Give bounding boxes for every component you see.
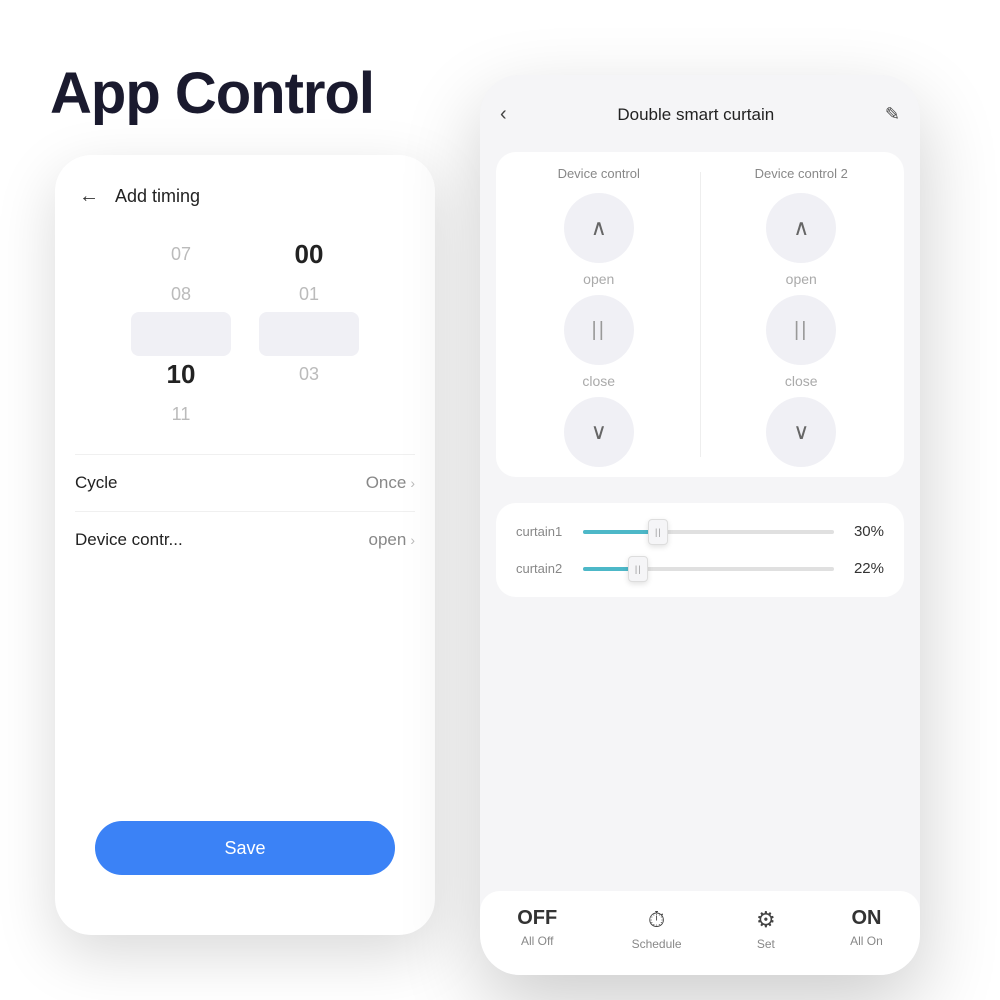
schedule-icon: ⏱ <box>648 907 665 933</box>
set-icon: ⚙ <box>756 907 776 933</box>
curtain1-track[interactable]: || <box>583 530 834 534</box>
control-divider <box>700 172 701 457</box>
all-off-button[interactable]: OFF All Off <box>517 907 557 951</box>
device-control-value: open › <box>369 530 416 550</box>
device2-pause-button[interactable]: || <box>766 295 836 365</box>
down-arrow-icon-2: ∨ <box>793 419 809 445</box>
cycle-value: Once › <box>366 473 415 493</box>
curtain1-value: 30% <box>846 523 884 540</box>
save-button[interactable]: Save <box>95 821 395 875</box>
chevron-right-icon-2: › <box>410 532 415 548</box>
right-phone-title: Double smart curtain <box>617 105 774 125</box>
set-button[interactable]: ⚙ Set <box>756 907 776 951</box>
curtain2-track[interactable]: || <box>583 567 834 571</box>
device-control-2: Device control 2 ∧ open || close ∨ <box>709 162 895 467</box>
device1-open-label: open <box>583 271 614 287</box>
sliders-area: curtain1 || 30% curtain2 || 22% <box>496 503 904 597</box>
settings-section: Cycle Once › Device contr... open › <box>55 454 435 568</box>
right-phone-header: ‹ Double smart curtain ✎ <box>480 75 920 142</box>
page-title: App Control <box>50 60 374 127</box>
up-arrow-icon: ∧ <box>591 215 607 241</box>
device-control-1: Device control ∧ open || close ∨ <box>506 162 692 467</box>
curtain2-slider-row: curtain2 || 22% <box>516 560 884 577</box>
down-arrow-icon: ∨ <box>591 419 607 445</box>
curtain2-label: curtain2 <box>516 561 571 576</box>
schedule-label: Schedule <box>632 937 682 951</box>
hour-11[interactable]: 11 <box>121 394 241 434</box>
all-on-label: All On <box>850 934 883 948</box>
all-on-icon: ON <box>851 907 881 930</box>
minute-02[interactable]: 02 <box>249 314 369 354</box>
all-off-label: All Off <box>521 934 553 948</box>
right-back-button[interactable]: ‹ <box>500 103 507 126</box>
device1-pause-button[interactable]: || <box>564 295 634 365</box>
curtain1-slider-row: curtain1 || 30% <box>516 523 884 540</box>
minute-01[interactable]: 01 <box>249 274 369 314</box>
all-on-button[interactable]: ON All On <box>850 907 883 951</box>
device1-close-label: close <box>582 373 615 389</box>
curtain2-value: 22% <box>846 560 884 577</box>
edit-button[interactable]: ✎ <box>885 104 900 125</box>
set-label: Set <box>757 937 775 951</box>
cycle-label: Cycle <box>75 473 118 493</box>
device2-close-label: close <box>785 373 818 389</box>
curtain2-thumb[interactable]: || <box>628 556 648 582</box>
left-back-button[interactable]: ← <box>79 185 99 208</box>
left-phone-header: ← Add timing <box>55 155 435 224</box>
cycle-row[interactable]: Cycle Once › <box>75 454 415 511</box>
pause-icon-2: || <box>794 319 808 342</box>
minute-03[interactable]: 03 <box>249 354 369 394</box>
minute-column[interactable]: 00 01 02 03 <box>249 234 369 434</box>
hour-09[interactable]: 09 <box>121 314 241 354</box>
time-picker: 07 08 09 10 11 12 13 00 01 02 03 <box>55 224 435 454</box>
device2-open-label: open <box>786 271 817 287</box>
device-control-row[interactable]: Device contr... open › <box>75 511 415 568</box>
left-phone: ← Add timing 07 08 09 10 11 12 13 00 01 … <box>55 155 435 935</box>
pause-icon: || <box>592 319 606 342</box>
chevron-right-icon: › <box>410 475 415 491</box>
device-control-2-label: Device control 2 <box>755 162 848 185</box>
device1-close-button[interactable]: ∨ <box>564 397 634 467</box>
device2-open-button[interactable]: ∧ <box>766 193 836 263</box>
schedule-button[interactable]: ⏱ Schedule <box>632 907 682 951</box>
hour-07[interactable]: 07 <box>121 234 241 274</box>
hour-10-selected[interactable]: 10 <box>121 354 241 394</box>
curtain1-thumb[interactable]: || <box>648 519 668 545</box>
all-off-icon: OFF <box>517 907 557 930</box>
curtain1-label: curtain1 <box>516 524 571 539</box>
device-control-1-label: Device control <box>558 162 640 185</box>
curtain1-fill <box>583 530 658 534</box>
device2-close-button[interactable]: ∨ <box>766 397 836 467</box>
device-control-label: Device contr... <box>75 530 183 550</box>
save-button-label: Save <box>224 838 265 859</box>
hour-column[interactable]: 07 08 09 10 11 12 13 <box>121 234 241 434</box>
bottom-bar: OFF All Off ⏱ Schedule ⚙ Set ON All On <box>480 891 920 975</box>
minute-00-selected[interactable]: 00 <box>249 234 369 274</box>
left-phone-title: Add timing <box>115 186 200 207</box>
hour-08[interactable]: 08 <box>121 274 241 314</box>
device-controls-panel: Device control ∧ open || close ∨ Device … <box>496 152 904 477</box>
up-arrow-icon-2: ∧ <box>793 215 809 241</box>
device1-open-button[interactable]: ∧ <box>564 193 634 263</box>
right-phone: ‹ Double smart curtain ✎ Device control … <box>480 75 920 975</box>
